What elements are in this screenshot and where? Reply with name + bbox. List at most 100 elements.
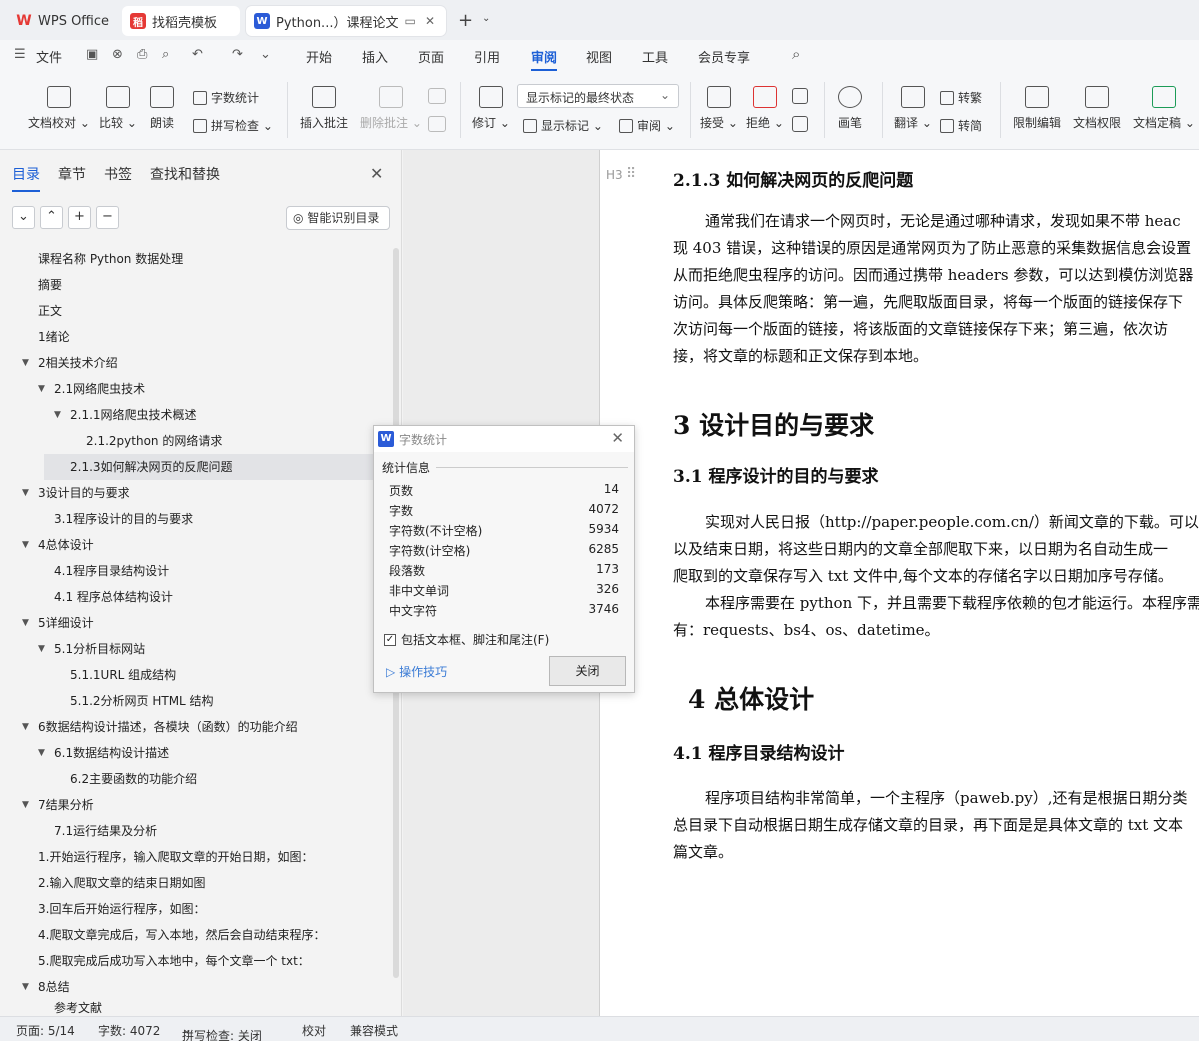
remove-heading-button[interactable]: − [96,206,119,229]
tab-find-replace[interactable]: 查找和替换 [150,164,220,192]
toc-item[interactable]: ▼ 5.1分析目标网站 [38,636,145,662]
document-page[interactable]: H3 ⠿ 2.1.3 如何解决网页的反爬问题 通常我们在请求一个网页时，无论是通… [599,150,1199,1016]
toc-item[interactable]: ▼ 2.1网络爬虫技术 [38,376,145,402]
prev-comment-button[interactable] [428,88,446,110]
toc-item[interactable]: 课程名称 Python 数据处理 [38,246,183,272]
spell-check-button[interactable]: 拼写检查 ⌄ [193,117,273,134]
expand-arrow-icon[interactable]: ▼ [22,350,29,376]
menu-review[interactable]: 审阅 [531,47,558,71]
expand-arrow-icon[interactable]: ▼ [38,376,45,402]
menu-insert[interactable]: 插入 [362,47,388,66]
share-icon[interactable]: ⊗ [112,47,123,62]
toc-item[interactable]: ▼ 6.1数据结构设计描述 [38,740,169,766]
insert-comment-button[interactable]: 插入批注 [300,86,348,131]
markup-state-select[interactable]: 显示标记的最终状态 ⌄ [517,84,679,108]
doc-permission-button[interactable]: 文档权限 [1073,86,1121,131]
expand-arrow-icon[interactable]: ▼ [22,480,29,506]
smart-toc-button[interactable]: ◎ 智能识别目录 [286,206,390,230]
toc-item[interactable]: 3.1程序设计的目的与要求 [54,506,193,532]
new-tab-icon[interactable]: + [458,10,473,31]
delete-comment-button[interactable]: 删除批注 ⌄ [360,86,422,131]
toc-item[interactable]: 4.爬取文章完成后，写入本地，然后会自动结束程序： [38,922,325,948]
track-changes-button[interactable]: 修订 ⌄ [472,86,510,131]
menu-member[interactable]: 会员专享 [698,47,750,66]
restrict-edit-button[interactable]: 限制编辑 [1013,86,1061,131]
print-icon[interactable]: ⎙ [137,47,147,62]
expand-arrow-icon[interactable]: ▼ [38,740,45,766]
toc-item[interactable]: 2.输入爬取文章的结束日期如图 [38,870,205,896]
collapse-up-button[interactable]: ⌃ [40,206,63,229]
print-preview-icon[interactable]: ⌕ [162,47,169,62]
expand-arrow-icon[interactable]: ▼ [54,402,61,428]
toc-item[interactable]: 1.开始运行程序，输入爬取文章的开始日期，如图： [38,844,313,870]
tab-chapter[interactable]: 章节 [58,164,86,192]
menu-icon[interactable]: ☰ [14,47,26,62]
prev-change-button[interactable] [792,88,808,110]
status-proofread[interactable]: 校对 [302,1022,326,1039]
toc-item[interactable]: 5.1.2分析网页 HTML 结构 [70,688,214,714]
close-button[interactable]: 关闭 [549,656,626,686]
status-spell-check[interactable]: 拼写检查: 关闭 ⌄ [182,1022,262,1041]
toc-item[interactable]: 参考文献 [54,998,102,1016]
toc-item[interactable]: ▼ 2相关技术介绍 [22,350,118,376]
toc-item[interactable]: ▼ 7结果分析 [22,792,94,818]
menu-tools[interactable]: 工具 [642,47,668,66]
reject-button[interactable]: 拒绝 ⌄ [746,86,784,131]
tab-toc[interactable]: 目录 [12,164,40,192]
tab-template[interactable]: 稻 找稻壳模板 [122,6,240,36]
close-tab-icon[interactable]: ✕ [422,14,438,28]
file-menu[interactable]: 文件 [36,47,62,66]
expand-arrow-icon[interactable]: ▼ [22,714,29,740]
accept-button[interactable]: 接受 ⌄ [700,86,738,131]
toc-item[interactable]: 6.2主要函数的功能介绍 [70,766,197,792]
toc-item[interactable]: ▼ 2.1.1网络爬虫技术概述 [54,402,197,428]
menu-start[interactable]: 开始 [306,47,332,66]
tab-wps-office[interactable]: W WPS Office [8,6,118,36]
status-page[interactable]: 页面: 5/14 [16,1022,75,1039]
chevron-down-icon[interactable]: ⌄ [482,13,490,24]
close-icon[interactable]: ✕ [611,429,624,447]
expand-arrow-icon[interactable]: ▼ [22,532,29,558]
save-icon[interactable]: ▣ [86,47,98,62]
compare-button[interactable]: 比较 ⌄ [99,86,137,131]
toc-item[interactable]: ▼ 8总结 [22,974,70,1000]
include-textbox-checkbox[interactable]: ✓ 包括文本框、脚注和尾注(F) [384,631,549,648]
close-icon[interactable]: ✕ [370,164,383,183]
toc-item[interactable]: 5.爬取完成后成功写入本地中，每个文章一个 txt： [38,948,310,974]
expand-arrow-icon[interactable]: ▼ [22,610,29,636]
menu-reference[interactable]: 引用 [474,47,500,66]
doc-finalize-button[interactable]: 文档定稿 ⌄ [1133,86,1195,131]
show-markup-button[interactable]: 显示标记 ⌄ [523,117,603,134]
window-icon[interactable]: ▭ [402,14,419,28]
add-heading-button[interactable]: + [68,206,91,229]
toc-item[interactable]: 4.1程序目录结构设计 [54,558,169,584]
word-count-button[interactable]: 字数统计 [193,89,259,106]
menu-page[interactable]: 页面 [418,47,444,66]
to-simplified-button[interactable]: 转简 [940,117,982,134]
expand-arrow-icon[interactable]: ▼ [22,792,29,818]
toc-item[interactable]: 7.1运行结果及分析 [54,818,157,844]
read-aloud-button[interactable]: 朗读 [150,86,174,131]
next-change-button[interactable] [792,116,808,138]
tips-link[interactable]: ▷ 操作技巧 [386,663,447,680]
next-comment-button[interactable] [428,116,446,138]
dialog-titlebar[interactable]: W 字数统计 ✕ [374,426,634,452]
undo-icon[interactable]: ↶ [192,47,203,62]
search-icon[interactable]: ⌕ [792,45,800,63]
translate-button[interactable]: 翻译 ⌄ [894,86,932,131]
toc-item-selected[interactable]: 2.1.3如何解决网页的反爬问题 [44,454,390,480]
pen-button[interactable]: 画笔 [838,86,862,131]
toc-item[interactable]: 4.1 程序总体结构设计 [54,584,173,610]
expand-arrow-icon[interactable]: ▼ [22,974,29,1000]
expand-arrow-icon[interactable]: ▼ [38,636,45,662]
toc-item[interactable]: 3.回车后开始运行程序，如图： [38,896,205,922]
toc-item[interactable]: ▼ 6数据结构设计描述，各模块（函数）的功能介绍 [22,714,298,740]
toc-item[interactable]: ▼ 3设计目的与要求 [22,480,130,506]
chevron-down-icon[interactable]: ⌄ [260,47,271,62]
tab-bookmark[interactable]: 书签 [104,164,132,192]
doc-check-button[interactable]: 文档校对 ⌄ [28,86,90,131]
expand-down-button[interactable]: ⌄ [12,206,35,229]
toc-item[interactable]: ▼ 5详细设计 [22,610,94,636]
redo-icon[interactable]: ↷ [232,47,243,62]
review-pane-button[interactable]: 审阅 ⌄ [619,117,675,134]
